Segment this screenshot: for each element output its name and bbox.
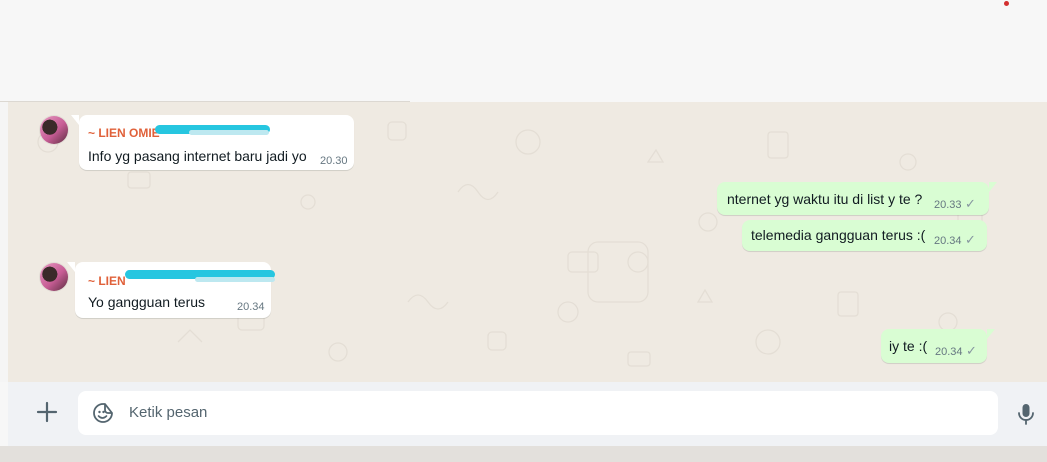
message-time: 20.30 — [320, 155, 348, 167]
notification-dot — [1004, 1, 1009, 6]
composer-left-edge — [0, 382, 8, 446]
message-text: nternet yg waktu itu di list y te ? — [727, 191, 923, 207]
message-input[interactable] — [78, 391, 998, 435]
message-bubble-outgoing[interactable]: telemedia gangguan terus :( 20.34 ✓ — [742, 220, 987, 251]
message-bubble-incoming[interactable]: ~ LIEN Yo gangguan terus 20.34 — [67, 262, 275, 318]
message-bubble-outgoing[interactable]: iy te :( 20.34 ✓ — [881, 329, 995, 363]
sent-check-icon: ✓ — [965, 196, 976, 211]
message-text: telemedia gangguan terus :( — [751, 227, 926, 243]
sender-name[interactable]: ~ LIEN OMIE — [88, 126, 160, 140]
plus-icon[interactable] — [36, 401, 58, 423]
microphone-icon[interactable] — [1015, 402, 1037, 426]
message-time: 20.34 — [934, 235, 962, 247]
sticker-icon[interactable] — [92, 402, 114, 424]
avatar[interactable] — [40, 263, 68, 291]
bottom-strip — [0, 446, 1047, 462]
sent-check-icon: ✓ — [966, 343, 977, 358]
message-time: 20.34 — [237, 301, 265, 313]
message-text: Info yg pasang internet baru jadi yo — [88, 148, 307, 164]
message-text: Yo gangguan terus — [88, 294, 206, 310]
message-time: 20.34 — [935, 346, 963, 358]
message-text: iy te :( — [889, 338, 928, 354]
sent-check-icon: ✓ — [965, 232, 976, 247]
message-bubble-outgoing[interactable]: nternet yg waktu itu di list y te ? 20.3… — [717, 182, 997, 215]
message-input-placeholder: Ketik pesan — [129, 404, 208, 421]
chat-left-edge — [0, 102, 8, 382]
redaction-scribble — [189, 130, 269, 135]
message-time: 20.33 — [934, 199, 962, 211]
avatar[interactable] — [40, 116, 68, 144]
message-bubble-incoming[interactable]: ~ LIEN OMIE Info yg pasang internet baru… — [71, 115, 354, 170]
top-bar — [0, 0, 1047, 102]
chat-area[interactable]: ~ LIEN OMIE Info yg pasang internet baru… — [8, 102, 1047, 382]
redaction-scribble — [195, 277, 275, 282]
sender-name[interactable]: ~ LIEN — [88, 274, 126, 288]
